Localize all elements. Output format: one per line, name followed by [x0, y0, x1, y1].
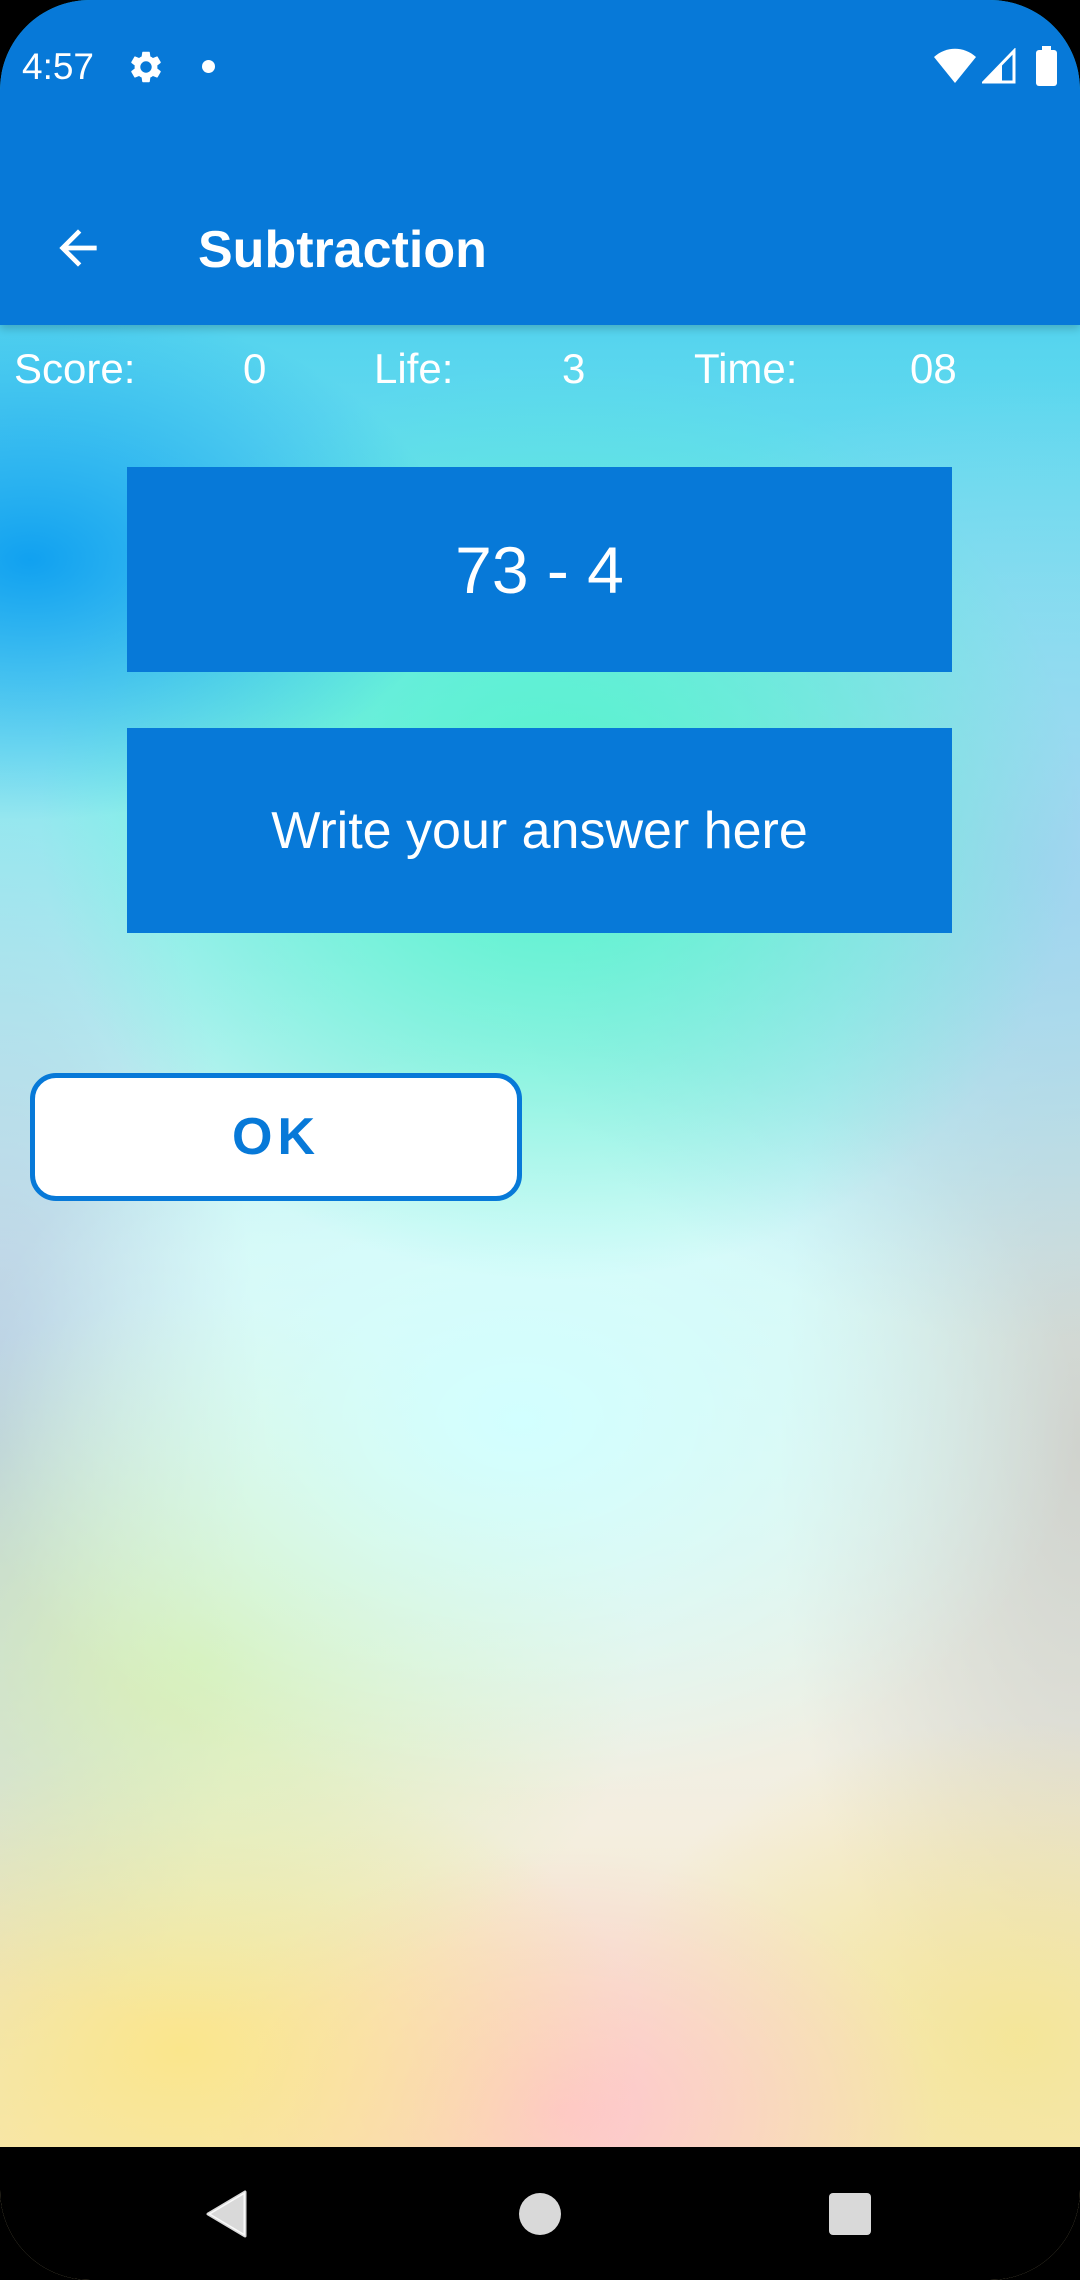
stats-row: Score: 0 Life: 3 Time: 08: [0, 345, 1080, 401]
back-triangle-icon[interactable]: [205, 2190, 247, 2238]
battery-icon: [1036, 46, 1057, 86]
status-time: 4:57: [22, 46, 95, 87]
top-app-bar: 4:57 Subtraction: [0, 0, 1080, 325]
score-label: Score:: [14, 345, 136, 392]
back-arrow-icon[interactable]: [50, 220, 106, 276]
time-label: Time:: [694, 345, 798, 392]
page-title: Subtraction: [198, 221, 487, 279]
notification-dot-icon: [202, 60, 215, 73]
answer-input[interactable]: [127, 727, 952, 934]
time-value: 08: [910, 345, 957, 392]
app-screen: 4:57 Subtraction Score: 0 Life: 3 Time: …: [0, 0, 1080, 2280]
wifi-icon: [934, 48, 976, 83]
home-circle-icon[interactable]: [519, 2193, 561, 2235]
gear-icon: [131, 51, 161, 83]
answer-field-container: [127, 727, 952, 934]
life-value: 3: [562, 345, 586, 392]
system-nav-bar: [0, 2147, 1080, 2280]
score-value: 0: [243, 345, 267, 392]
life-label: Life:: [374, 345, 454, 392]
signal-icon: [982, 48, 1016, 84]
ok-button[interactable]: OK: [30, 1073, 522, 1201]
question-display: 73 - 4: [127, 467, 952, 672]
recents-square-icon[interactable]: [829, 2193, 871, 2235]
